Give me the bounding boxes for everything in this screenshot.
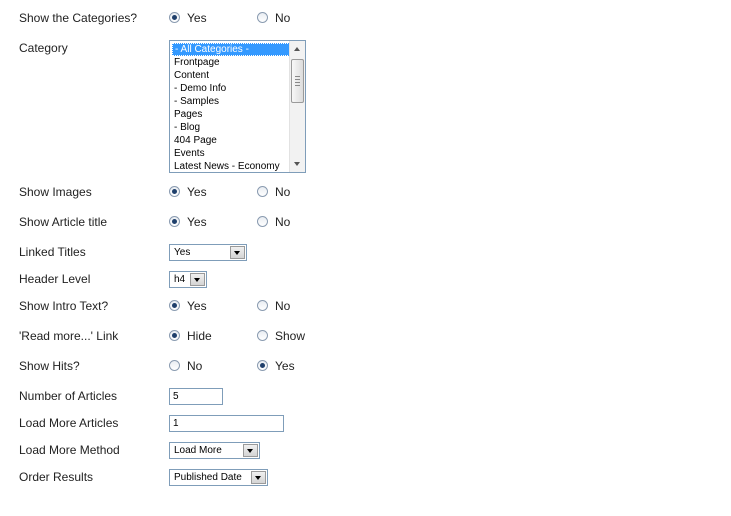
show-hits-yes-radio[interactable] — [257, 360, 268, 371]
dropdown-arrow-icon[interactable] — [230, 246, 245, 259]
read-more-show-label[interactable]: Show — [275, 329, 305, 343]
number-of-articles-label: Number of Articles — [19, 389, 118, 403]
category-option[interactable]: Content — [172, 69, 290, 82]
linked-titles-select[interactable]: Yes — [169, 244, 247, 261]
category-scrollbar[interactable] — [289, 41, 305, 172]
show-images-no-label[interactable]: No — [275, 185, 290, 199]
header-level-value: h4 — [174, 274, 186, 285]
show-hits-yes-label[interactable]: Yes — [275, 359, 295, 373]
read-more-show-radio[interactable] — [257, 330, 268, 341]
read-more-hide-radio[interactable] — [169, 330, 180, 341]
show-article-title-no-label[interactable]: No — [275, 215, 290, 229]
category-option[interactable]: - Demo Info — [172, 82, 290, 95]
category-option[interactable]: 404 Page — [172, 134, 290, 147]
show-hits-no-label[interactable]: No — [187, 359, 202, 373]
header-level-select[interactable]: h4 — [169, 271, 207, 288]
scroll-thumb[interactable] — [291, 59, 304, 103]
category-option[interactable]: - Blog — [172, 121, 290, 134]
scroll-grip-line — [295, 82, 300, 83]
show-intro-text-yes-label[interactable]: Yes — [187, 299, 207, 313]
show-categories-yes-radio[interactable] — [169, 12, 180, 23]
linked-titles-label: Linked Titles — [19, 245, 86, 259]
category-option[interactable]: Pages — [172, 108, 290, 121]
show-intro-text-label: Show Intro Text? — [19, 299, 109, 313]
order-results-value: Published Date — [174, 472, 242, 483]
load-more-method-select[interactable]: Load More — [169, 442, 260, 459]
load-more-method-value: Load More — [174, 445, 222, 456]
scroll-down-arrow-icon[interactable] — [294, 162, 300, 166]
show-intro-text-yes-radio[interactable] — [169, 300, 180, 311]
show-hits-no-radio[interactable] — [169, 360, 180, 371]
scroll-grip-line — [295, 79, 300, 80]
show-images-label: Show Images — [19, 185, 92, 199]
show-article-title-yes-radio[interactable] — [169, 216, 180, 227]
load-more-articles-label: Load More Articles — [19, 416, 119, 430]
show-categories-label: Show the Categories? — [19, 11, 138, 25]
show-images-yes-label[interactable]: Yes — [187, 185, 207, 199]
category-option[interactable]: - Samples — [172, 95, 290, 108]
number-of-articles-input[interactable] — [169, 388, 223, 405]
show-categories-yes-label[interactable]: Yes — [187, 11, 207, 25]
dropdown-arrow-icon[interactable] — [190, 273, 205, 286]
category-option[interactable]: Events — [172, 147, 290, 160]
header-level-label: Header Level — [19, 272, 91, 286]
category-option[interactable]: - All Categories - — [172, 43, 290, 56]
load-more-method-label: Load More Method — [19, 443, 120, 457]
category-option[interactable]: Frontpage — [172, 56, 290, 69]
show-images-no-radio[interactable] — [257, 186, 268, 197]
read-more-hide-label[interactable]: Hide — [187, 329, 212, 343]
dropdown-arrow-icon[interactable] — [251, 471, 266, 484]
show-categories-no-label[interactable]: No — [275, 11, 290, 25]
show-categories-no-radio[interactable] — [257, 12, 268, 23]
show-hits-label: Show Hits? — [19, 359, 80, 373]
scroll-up-arrow-icon[interactable] — [294, 47, 300, 51]
order-results-select[interactable]: Published Date — [169, 469, 268, 486]
read-more-link-label: 'Read more...' Link — [19, 329, 119, 343]
show-article-title-label: Show Article title — [19, 215, 108, 229]
category-label: Category — [19, 41, 68, 55]
show-intro-text-no-label[interactable]: No — [275, 299, 290, 313]
category-listbox[interactable]: - All Categories - Frontpage Content - D… — [169, 40, 306, 173]
show-article-title-no-radio[interactable] — [257, 216, 268, 227]
order-results-label: Order Results — [19, 470, 94, 484]
load-more-articles-input[interactable] — [169, 415, 284, 432]
linked-titles-value: Yes — [174, 247, 191, 258]
show-images-yes-radio[interactable] — [169, 186, 180, 197]
show-article-title-yes-label[interactable]: Yes — [187, 215, 207, 229]
category-option[interactable]: Latest News - Economy — [172, 160, 290, 172]
show-intro-text-no-radio[interactable] — [257, 300, 268, 311]
scroll-grip-line — [295, 76, 300, 77]
dropdown-arrow-icon[interactable] — [243, 444, 258, 457]
scroll-grip-line — [295, 85, 300, 86]
